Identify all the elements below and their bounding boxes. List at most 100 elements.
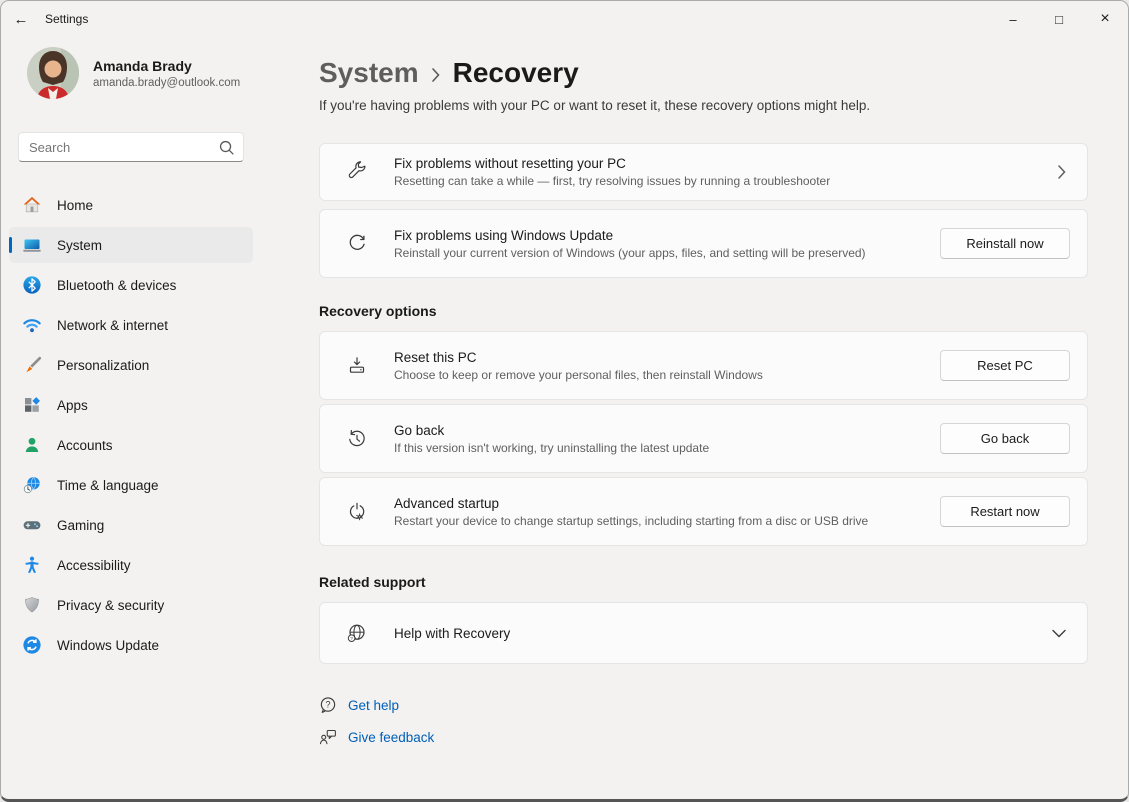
svg-text:?: ? [350,636,353,642]
sidebar-item-label: Personalization [57,358,149,373]
svg-text:?: ? [325,700,330,710]
sidebar-item-apps[interactable]: Apps [9,387,253,423]
card-reset-this-pc: Reset this PC Choose to keep or remove y… [319,331,1088,400]
accessibility-icon [22,555,42,575]
globe-help-icon: ? [346,622,368,644]
search-box[interactable] [18,132,244,162]
sidebar-item-label: System [57,238,102,253]
wrench-icon [346,161,368,183]
sidebar-item-label: Apps [57,398,88,413]
user-email: amanda.brady@outlook.com [93,77,240,89]
accounts-icon [22,435,42,455]
sidebar-item-accounts[interactable]: Accounts [9,427,253,463]
reset-pc-button[interactable]: Reset PC [940,350,1070,381]
restart-now-button[interactable]: Restart now [940,496,1070,527]
apps-icon [22,395,42,415]
reinstall-now-button[interactable]: Reinstall now [940,228,1070,259]
settings-window: ← Settings – □ × [0,0,1129,802]
sidebar-item-label: Bluetooth & devices [57,278,176,293]
advanced-startup-icon [346,501,368,523]
sidebar-item-privacy-security[interactable]: Privacy & security [9,587,253,623]
card-title: Advanced startup [394,496,928,511]
sidebar-item-label: Windows Update [57,638,159,653]
gaming-icon [22,515,42,535]
main-content: System Recovery If you're having problem… [261,37,1128,799]
sidebar-item-system[interactable]: System [9,227,253,263]
user-profile[interactable]: Amanda Brady amanda.brady@outlook.com [27,47,261,99]
card-help-with-recovery[interactable]: ? Help with Recovery [319,602,1088,664]
card-title: Help with Recovery [394,626,1040,641]
card-title: Go back [394,423,928,438]
breadcrumb: System Recovery [319,57,1088,89]
avatar [27,47,79,99]
sidebar-item-personalization[interactable]: Personalization [9,347,253,383]
get-help-link[interactable]: ? Get help [319,696,399,714]
close-button[interactable]: × [1082,1,1128,37]
bluetooth-icon [22,275,42,295]
windows-update-icon [22,635,42,655]
window-title: Settings [45,12,88,26]
feedback-icon [319,728,337,746]
history-icon [346,428,368,450]
personalization-icon [22,355,42,375]
privacy-security-icon [22,595,42,615]
sidebar-item-label: Time & language [57,478,159,493]
maximize-icon: □ [1055,12,1063,27]
get-help-label: Get help [348,698,399,713]
page-title: Recovery [453,57,579,89]
card-subtitle: Resetting can take a while — first, try … [394,174,1046,188]
search-input[interactable] [29,140,218,155]
give-feedback-link[interactable]: Give feedback [319,728,434,746]
back-arrow-icon: ← [14,11,29,28]
card-title: Fix problems without resetting your PC [394,156,1046,171]
sync-icon [346,233,368,255]
breadcrumb-chevron-icon [431,67,441,83]
card-subtitle: If this version isn't working, try unins… [394,441,928,455]
sidebar-item-label: Home [57,198,93,213]
sidebar-item-network-internet[interactable]: Network & internet [9,307,253,343]
sidebar-item-home[interactable]: Home [9,187,253,223]
recovery-options-heading: Recovery options [319,303,1088,319]
card-title: Fix problems using Windows Update [394,228,928,243]
card-subtitle: Reinstall your current version of Window… [394,246,928,260]
breadcrumb-parent[interactable]: System [319,57,419,89]
maximize-button[interactable]: □ [1036,1,1082,37]
sidebar-item-label: Privacy & security [57,598,164,613]
sidebar-item-gaming[interactable]: Gaming [9,507,253,543]
minimize-button[interactable]: – [990,1,1036,37]
back-button[interactable]: ← [1,1,41,37]
reset-pc-icon [346,355,368,377]
card-subtitle: Restart your device to change startup se… [394,514,928,528]
titlebar: ← Settings – □ × [1,1,1128,37]
card-fix-problems-troubleshooter[interactable]: Fix problems without resetting your PC R… [319,143,1088,201]
chevron-right-icon [1058,165,1070,179]
card-subtitle: Choose to keep or remove your personal f… [394,368,928,382]
home-icon [22,195,42,215]
footer-links: ? Get help Give feedback [319,696,1088,746]
sidebar-nav: Home System [1,187,261,667]
sidebar-item-label: Gaming [57,518,104,533]
sidebar-item-label: Accounts [57,438,113,453]
chevron-down-icon [1052,629,1070,638]
related-support-heading: Related support [319,574,1088,590]
sidebar-item-bluetooth-devices[interactable]: Bluetooth & devices [9,267,253,303]
go-back-button[interactable]: Go back [940,423,1070,454]
page-description: If you're having problems with your PC o… [319,98,1088,113]
user-name: Amanda Brady [93,58,240,74]
help-circle-icon: ? [319,696,337,714]
give-feedback-label: Give feedback [348,730,434,745]
sidebar-item-windows-update[interactable]: Windows Update [9,627,253,663]
close-icon: × [1100,10,1109,28]
search-icon [218,139,235,156]
card-fix-problems-windows-update: Fix problems using Windows Update Reinst… [319,209,1088,278]
minimize-icon: – [1009,12,1016,27]
window-controls: – □ × [990,1,1128,37]
sidebar: Amanda Brady amanda.brady@outlook.com [1,37,261,799]
sidebar-item-accessibility[interactable]: Accessibility [9,547,253,583]
sidebar-item-label: Network & internet [57,318,168,333]
sidebar-item-label: Accessibility [57,558,131,573]
time-language-icon [22,475,42,495]
system-icon [22,235,42,255]
sidebar-item-time-language[interactable]: Time & language [9,467,253,503]
card-title: Reset this PC [394,350,928,365]
